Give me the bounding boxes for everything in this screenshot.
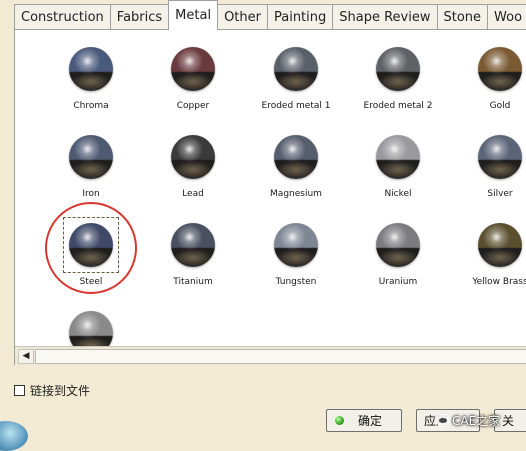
tab-painting[interactable]: Painting xyxy=(266,4,334,30)
tab-construction[interactable]: Construction xyxy=(14,4,111,30)
eroded-metal-2-sphere-icon xyxy=(376,47,420,91)
tab-wood[interactable]: Woo xyxy=(487,4,526,30)
material-item-gold[interactable]: Gold xyxy=(450,38,526,118)
material-grid: Chroma Copper Eroded metal 1 Eroded meta… xyxy=(15,30,526,355)
material-item-nickel[interactable]: Nickel xyxy=(348,126,448,206)
watermark-text: CAE之家 xyxy=(452,413,501,428)
tab-other[interactable]: Other xyxy=(217,4,268,30)
titanium-sphere-icon xyxy=(171,223,215,267)
material-label: Nickel xyxy=(384,189,412,199)
material-item-copper[interactable]: Copper xyxy=(143,38,243,118)
copper-sphere-icon xyxy=(171,47,215,91)
material-label: Lead xyxy=(182,189,204,199)
lead-sphere-icon xyxy=(171,135,215,179)
material-item-chroma[interactable]: Chroma xyxy=(41,38,141,118)
material-item-magnesium[interactable]: Magnesium xyxy=(246,126,346,206)
material-label: Gold xyxy=(489,101,511,111)
material-item-uranium[interactable]: Uranium xyxy=(348,214,448,294)
material-category-tabs: Construction Fabrics Metal Other Paintin… xyxy=(14,0,526,30)
tab-fabrics[interactable]: Fabrics xyxy=(109,4,170,30)
material-item-lead[interactable]: Lead xyxy=(143,126,243,206)
iron-sphere-icon xyxy=(69,135,113,179)
material-item-iron[interactable]: Iron xyxy=(41,126,141,206)
material-item-titanium[interactable]: Titanium xyxy=(143,214,243,294)
scroll-left-arrow-icon[interactable]: ◀ xyxy=(18,349,34,364)
link-to-file-label: 链接到文件 xyxy=(30,383,91,398)
material-item-eroded-metal-1[interactable]: Eroded metal 1 xyxy=(246,38,346,118)
material-item-tungsten[interactable]: Tungsten xyxy=(246,214,346,294)
watermark: CAE之家 xyxy=(436,409,500,431)
material-label: Uranium xyxy=(378,277,418,287)
material-label: Silver xyxy=(487,189,513,199)
ok-button-label: 确定 xyxy=(358,414,383,428)
wechat-icon xyxy=(436,413,450,427)
material-label: Titanium xyxy=(173,277,213,287)
tab-stone[interactable]: Stone xyxy=(436,4,489,30)
material-label: Magnesium xyxy=(270,189,322,199)
ok-button[interactable]: 确定 xyxy=(326,409,402,432)
gold-sphere-icon xyxy=(478,47,522,91)
chroma-sphere-icon xyxy=(69,47,113,91)
ok-indicator-icon xyxy=(335,416,344,425)
material-label: Eroded metal 2 xyxy=(363,101,433,111)
steel-sphere-icon xyxy=(69,223,113,267)
tungsten-sphere-icon xyxy=(274,223,318,267)
material-label: Iron xyxy=(82,189,100,199)
material-library-panel: Chroma Copper Eroded metal 1 Eroded meta… xyxy=(14,29,526,365)
scrollbar-thumb[interactable] xyxy=(35,349,526,364)
material-label: Eroded metal 1 xyxy=(261,101,331,111)
material-item-silver[interactable]: Silver xyxy=(450,126,526,206)
material-label: Tungsten xyxy=(275,277,317,287)
horizontal-scrollbar[interactable]: ◀ xyxy=(15,346,526,365)
material-label: Copper xyxy=(176,101,210,111)
close-button-label: 关 xyxy=(502,414,515,428)
nickel-sphere-icon xyxy=(376,135,420,179)
material-label: Yellow Brass xyxy=(472,277,526,287)
material-item-eroded-metal-2[interactable]: Eroded metal 2 xyxy=(348,38,448,118)
uranium-sphere-icon xyxy=(376,223,420,267)
material-item-steel[interactable]: Steel xyxy=(41,202,141,294)
magnesium-sphere-icon xyxy=(274,135,318,179)
eroded-metal-1-sphere-icon xyxy=(274,47,318,91)
link-to-file-option[interactable]: 链接到文件 xyxy=(14,382,90,398)
yellow-brass-sphere-icon xyxy=(478,223,522,267)
tab-metal[interactable]: Metal xyxy=(168,0,219,30)
silver-sphere-icon xyxy=(478,135,522,179)
tab-shape-review[interactable]: Shape Review xyxy=(332,4,438,30)
desktop-corner-art xyxy=(0,421,28,451)
material-label: Steel xyxy=(79,277,103,287)
material-label: Chroma xyxy=(73,101,109,111)
material-item-yellow-brass[interactable]: Yellow Brass xyxy=(450,214,526,294)
link-to-file-checkbox[interactable] xyxy=(14,384,25,396)
